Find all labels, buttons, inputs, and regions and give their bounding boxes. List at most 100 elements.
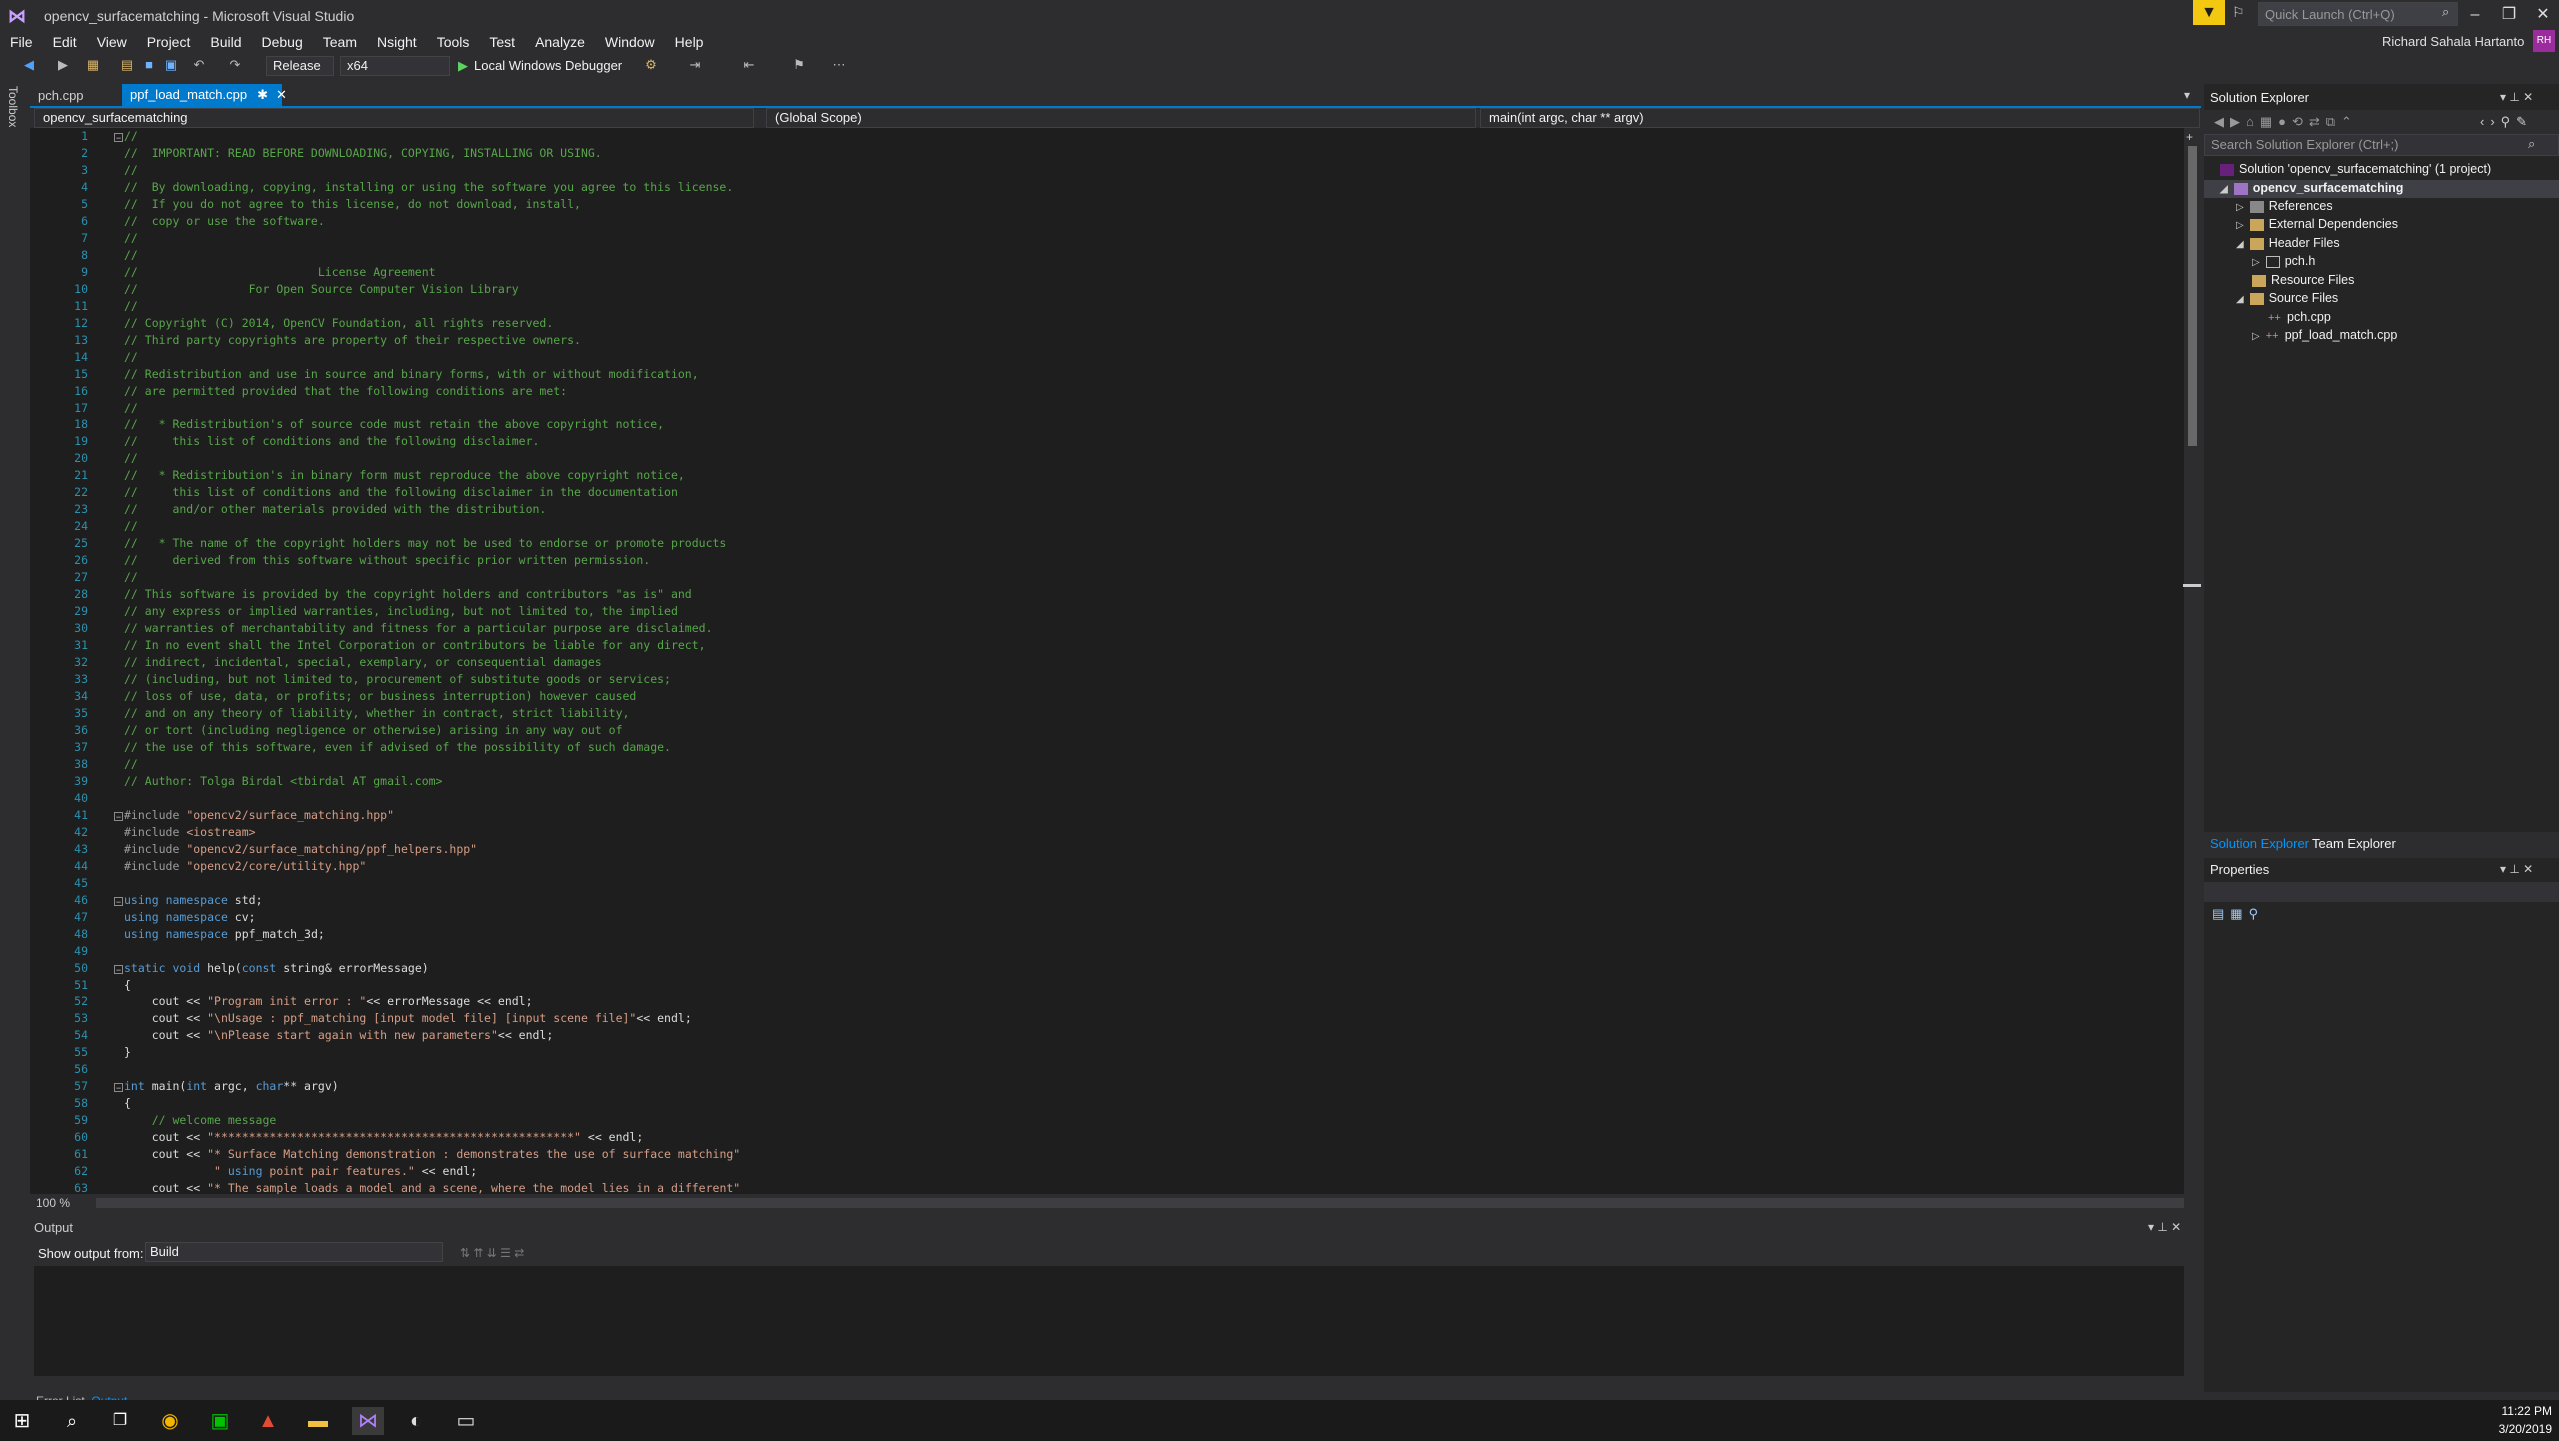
start-debugging-button[interactable]: ▶ Local Windows Debugger	[458, 56, 622, 76]
toolbox-tab[interactable]: Toolbox	[6, 86, 20, 127]
editor-scroll-thumb[interactable]	[2188, 146, 2197, 446]
expanded-arrow-icon[interactable]: ◢	[2236, 294, 2244, 305]
output-text-area[interactable]	[34, 1266, 2184, 1376]
editor-horizontal-scrollbar[interactable]	[96, 1198, 2184, 1208]
new-project-icon[interactable]: ▦	[84, 56, 102, 74]
feedback-filter-icon[interactable]: ▼	[2193, 0, 2225, 25]
quick-launch-input[interactable]: Quick Launch (Ctrl+Q)	[2258, 2, 2458, 26]
tree-resource-files[interactable]: Resource Files	[2252, 273, 2354, 287]
save-all-icon[interactable]: ▣	[162, 56, 180, 74]
line-messenger-icon[interactable]: ▣	[206, 1407, 234, 1435]
tab-pch-cpp[interactable]: pch.cpp	[30, 86, 92, 106]
tab-ppf-load-match-cpp[interactable]: ppf_load_match.cpp ✱ ✕	[122, 84, 287, 106]
output-toolbar-icons[interactable]: ⇅ ⇈ ⇊ ☰ ⇄	[460, 1246, 524, 1260]
menu-analyze[interactable]: Analyze	[525, 30, 595, 54]
tree-references[interactable]: ▷ References	[2236, 199, 2333, 213]
output-source-select[interactable]: Build	[145, 1242, 443, 1262]
tree-pch-h[interactable]: ▷ pch.h	[2252, 254, 2315, 268]
solution-explorer-toolbar-icons[interactable]: ◀▶⌂▦●⟲⇄⧉⌃	[2214, 114, 2358, 130]
terminal-icon[interactable]: ▭	[452, 1407, 480, 1435]
undo-icon[interactable]: ↶	[190, 56, 208, 74]
menu-edit[interactable]: Edit	[43, 30, 87, 54]
fold-toggle-icon[interactable]: −	[114, 1083, 123, 1093]
navigate-forward-icon[interactable]: ▶	[54, 56, 72, 74]
menu-test[interactable]: Test	[479, 30, 525, 54]
zoom-level-select[interactable]: 100 %	[36, 1196, 70, 1210]
open-file-icon[interactable]: ▤	[118, 56, 136, 74]
search-icon[interactable]: ⌕	[2442, 4, 2449, 20]
code-editor[interactable]: 1 2 3 4 5 6 7 8 9 10 11 12 13 14 15 16 17 18 19 20 21 22 23 24 2…	[30, 128, 2184, 1194]
tree-pch-cpp[interactable]: ++ pch.cpp	[2268, 310, 2331, 324]
solution-explorer-search-input[interactable]: Search Solution Explorer (Ctrl+;)	[2204, 134, 2559, 156]
avatar[interactable]: RH	[2533, 30, 2555, 52]
search-icon[interactable]: ⌕	[2528, 136, 2535, 152]
menu-file[interactable]: File	[0, 30, 43, 54]
collapsed-arrow-icon[interactable]: ▷	[2236, 220, 2244, 231]
save-icon[interactable]: ■	[140, 56, 158, 74]
tab-team-explorer[interactable]: Team Explorer	[2312, 836, 2396, 851]
expanded-arrow-icon[interactable]: ◢	[2220, 184, 2228, 195]
taskbar-date[interactable]: 3/20/2019	[2490, 1422, 2552, 1436]
tab-solution-explorer[interactable]: Solution Explorer	[2210, 836, 2309, 851]
browser-link-icon[interactable]: ⚙	[642, 56, 660, 74]
project-nav-dropdown[interactable]: opencv_surfacematching	[34, 108, 754, 128]
output-scrollbar[interactable]	[2184, 1266, 2201, 1376]
task-view-icon[interactable]: ❐	[106, 1407, 134, 1435]
properties-object-select[interactable]	[2204, 882, 2559, 902]
bookmark-icon[interactable]: ⚑	[790, 56, 808, 74]
file-explorer-icon[interactable]: ▬	[304, 1407, 332, 1435]
navigate-back-icon[interactable]: ◀	[20, 56, 38, 74]
properties-toolbar-icons[interactable]: ▤▦⚲	[2212, 906, 2264, 922]
scope-nav-dropdown[interactable]: (Global Scope)	[766, 108, 1476, 128]
menu-nsight[interactable]: Nsight	[367, 30, 427, 54]
close-tab-icon[interactable]: ✕	[276, 87, 287, 102]
split-editor-icon[interactable]: +	[2186, 130, 2193, 144]
menu-window[interactable]: Window	[595, 30, 665, 54]
expanded-arrow-icon[interactable]: ◢	[2236, 239, 2244, 250]
search-icon[interactable]: ⌕	[58, 1407, 86, 1435]
collapsed-arrow-icon[interactable]: ▷	[2252, 331, 2260, 342]
member-nav-dropdown[interactable]: main(int argc, char ** argv)	[1480, 108, 2200, 128]
tree-solution[interactable]: Solution 'opencv_surfacematching' (1 pro…	[2220, 162, 2491, 176]
user-name[interactable]: Richard Sahala Hartanto	[2382, 34, 2524, 49]
fold-toggle-icon[interactable]: −	[114, 811, 123, 821]
matlab-icon[interactable]: ▲	[254, 1407, 282, 1435]
tree-external-dependencies[interactable]: ▷ External Dependencies	[2236, 217, 2398, 231]
fold-toggle-icon[interactable]: −	[114, 896, 123, 906]
tree-ppf-load-match-cpp[interactable]: ▷ ++ ppf_load_match.cpp	[2252, 328, 2397, 342]
chrome-icon[interactable]: ◉	[156, 1407, 184, 1435]
step-icon[interactable]: ⇥	[686, 56, 704, 74]
tree-header-files[interactable]: ◢ Header Files	[2236, 236, 2340, 250]
platform-select[interactable]: x64	[340, 56, 450, 76]
indent-icon[interactable]: ⇤	[740, 56, 758, 74]
tree-project[interactable]: ◢ opencv_surfacematching	[2220, 181, 2403, 195]
properties-wrench-icon[interactable]: ‹›⚲✎	[2480, 114, 2533, 130]
solution-explorer-window-icons[interactable]: ▾ ⊥ ✕	[2500, 90, 2533, 104]
menu-team[interactable]: Team	[313, 30, 367, 54]
menu-view[interactable]: View	[87, 30, 137, 54]
configuration-select[interactable]: Release	[266, 56, 334, 76]
tree-source-files[interactable]: ◢ Source Files	[2236, 291, 2338, 305]
menu-build[interactable]: Build	[200, 30, 251, 54]
comment-icon[interactable]: ⋯	[830, 56, 848, 74]
menu-help[interactable]: Help	[665, 30, 714, 54]
taskbar-time[interactable]: 11:22 PM	[2500, 1404, 2552, 1418]
redo-icon[interactable]: ↷	[226, 56, 244, 74]
app-icon[interactable]: ◐	[402, 1407, 430, 1435]
pin-icon[interactable]: ✱	[257, 87, 268, 102]
collapsed-arrow-icon[interactable]: ▷	[2236, 202, 2244, 213]
fold-toggle-icon[interactable]: −	[114, 964, 123, 974]
restore-button[interactable]: ❐	[2492, 2, 2526, 28]
minimize-button[interactable]: –	[2458, 2, 2492, 28]
notifications-icon[interactable]: ⚐	[2232, 4, 2245, 21]
close-window-button[interactable]: ✕	[2526, 2, 2559, 28]
menu-project[interactable]: Project	[137, 30, 201, 54]
visual-studio-taskbar-icon[interactable]: ⋈	[352, 1407, 384, 1435]
properties-window-icons[interactable]: ▾ ⊥ ✕	[2500, 862, 2533, 876]
menu-tools[interactable]: Tools	[427, 30, 480, 54]
windows-start-icon[interactable]: ⊞	[8, 1407, 36, 1435]
menu-debug[interactable]: Debug	[252, 30, 313, 54]
tab-overflow-icon[interactable]: ▾	[2184, 88, 2190, 102]
collapsed-arrow-icon[interactable]: ▷	[2252, 257, 2260, 268]
fold-toggle-icon[interactable]: −	[114, 133, 123, 143]
